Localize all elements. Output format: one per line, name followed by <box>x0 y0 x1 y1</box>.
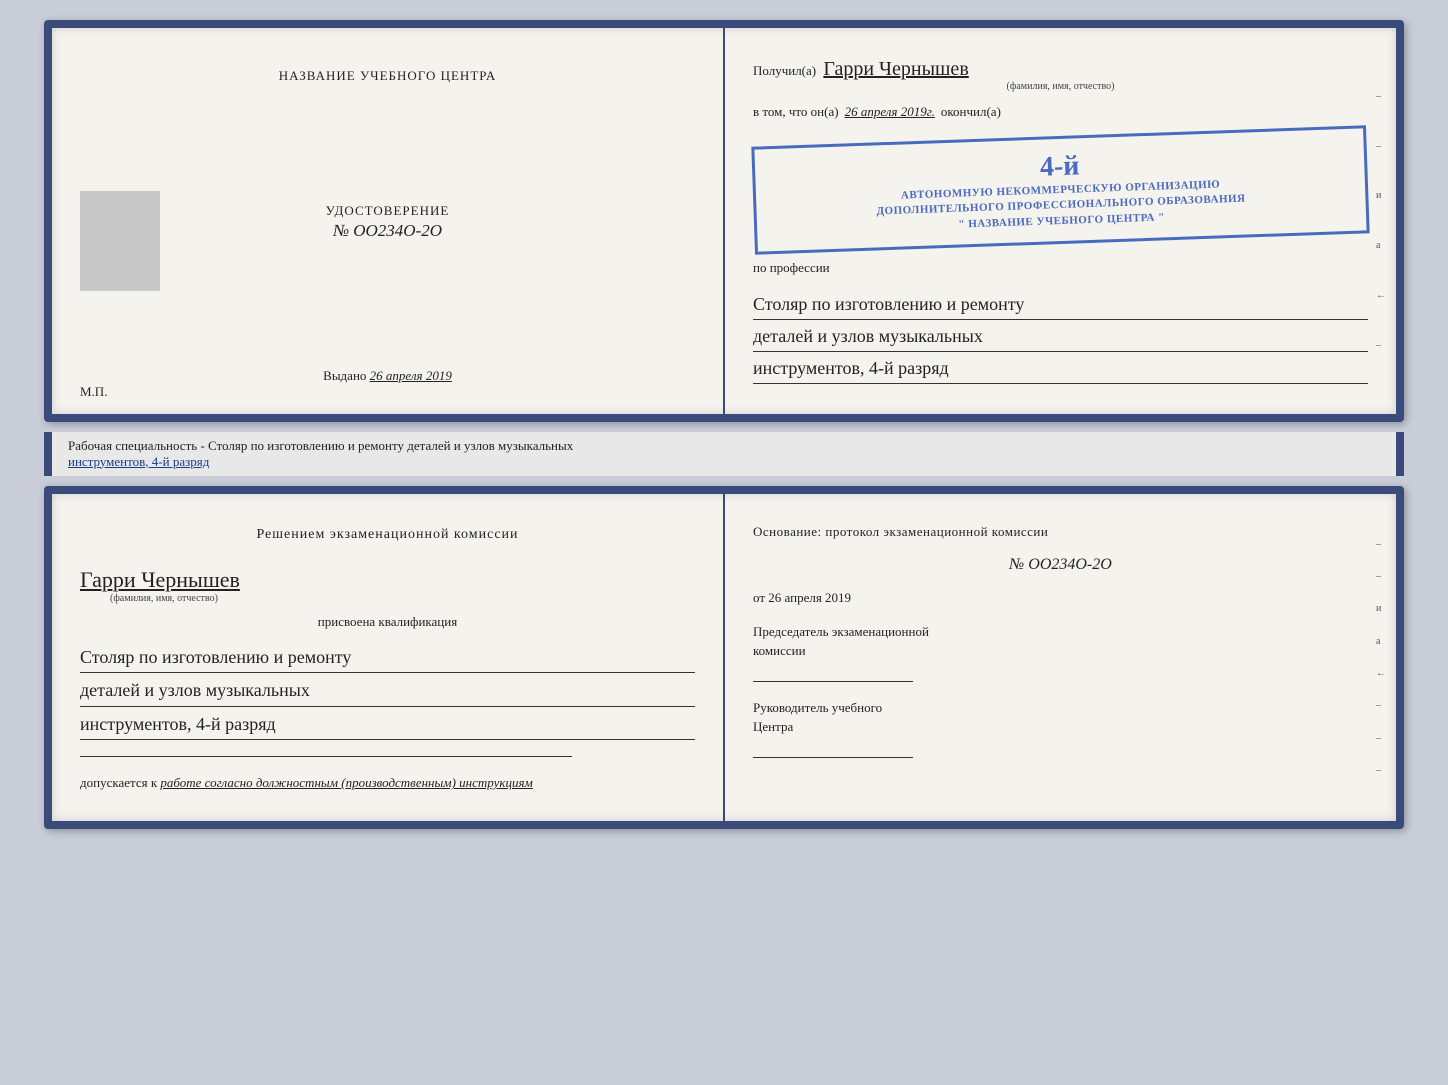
profession-bottom: Столяр по изготовлению и ремонту деталей… <box>80 640 695 741</box>
osnov-title: Основание: протокол экзаменационной коми… <box>753 524 1368 540</box>
learning-center-title: НАЗВАНИЕ УЧЕБНОГО ЦЕНТРА <box>279 68 496 84</box>
cert-number: № OO234O-2O <box>333 221 442 241</box>
chairman-line2: комиссии <box>753 641 1368 661</box>
cert-label: УДОСТОВЕРЕНИЕ <box>326 203 450 219</box>
protocol-number: № OO234O-2O <box>753 556 1368 574</box>
profession-bottom-line2: деталей и узлов музыкальных <box>80 675 695 707</box>
profession-bottom-line1: Столяр по изготовлению и ремонту <box>80 642 695 674</box>
profession-line1: Столяр по изготовлению и ремонту <box>753 290 1368 320</box>
photo-placeholder <box>80 191 160 291</box>
issued-date: 26 апреля 2019 <box>370 368 452 383</box>
vtom-prefix: в том, что он(а) <box>753 104 839 120</box>
profession-bottom-line3: инструментов, 4-й разряд <box>80 709 695 741</box>
recipient-name-bottom: Гарри Чернышев <box>80 567 695 593</box>
bottom-right-panel: Основание: протокол экзаменационной коми… <box>725 494 1396 822</box>
bottom-left-panel: Решением экзаменационной комиссии Гарри … <box>52 494 725 822</box>
top-document: НАЗВАНИЕ УЧЕБНОГО ЦЕНТРА УДОСТОВЕРЕНИЕ №… <box>44 20 1404 422</box>
profession-line2: деталей и узлов музыкальных <box>753 322 1368 352</box>
received-prefix: Получил(а) <box>753 63 816 78</box>
profession-line3: инструментов, 4-й разряд <box>753 354 1368 384</box>
recipient-name-top: Гарри Чернышев <box>823 58 968 80</box>
issued-block: Выдано 26 апреля 2019 <box>323 368 452 384</box>
mp-label: М.П. <box>80 384 107 400</box>
name-subtext-bottom: (фамилия, имя, отчество) <box>110 593 695 604</box>
stamp-block: 4-й АВТОНОМНУЮ НЕКОММЕРЧЕСКУЮ ОРГАНИЗАЦИ… <box>751 125 1369 255</box>
okoncil: окончил(а) <box>941 104 1001 120</box>
chairman-line1: Председатель экзаменационной <box>753 622 1368 642</box>
protocol-date-prefix: от <box>753 590 765 605</box>
vtom-line: в том, что он(а) 26 апреля 2019г. окончи… <box>753 104 1368 120</box>
chairman-signature-line <box>753 681 913 682</box>
specialty-bar: Рабочая специальность - Столяр по изгото… <box>44 432 1404 476</box>
issued-label: Выдано <box>323 368 366 383</box>
assigned-label: присвоена квалификация <box>80 614 695 630</box>
commission-title: Решением экзаменационной комиссии <box>80 524 695 545</box>
chairman-label: Председатель экзаменационной комиссии <box>753 622 1368 682</box>
side-decorations: – – и а ← – <box>1376 58 1390 384</box>
admitted-prefix: допускается к <box>80 775 157 790</box>
profession-top: Столяр по изготовлению и ремонту деталей… <box>753 288 1368 383</box>
vtom-date: 26 апреля 2019г. <box>845 104 935 120</box>
specialty-prefix: Рабочая специальность - Столяр по изгото… <box>68 438 573 453</box>
po-professii: по профессии <box>753 260 1368 276</box>
specialty-underline: инструментов, 4-й разряд <box>68 454 209 469</box>
name-subtext-top: (фамилия, имя, отчество) <box>753 81 1368 92</box>
admitted-line: допускается к работе согласно должностны… <box>80 775 695 791</box>
recipient-block-bottom: Гарри Чернышев (фамилия, имя, отчество) <box>80 563 695 604</box>
top-left-panel: НАЗВАНИЕ УЧЕБНОГО ЦЕНТРА УДОСТОВЕРЕНИЕ №… <box>52 28 725 414</box>
protocol-date: от 26 апреля 2019 <box>753 590 1368 606</box>
certificate-block: УДОСТОВЕРЕНИЕ № OO234O-2O <box>326 203 450 241</box>
director-signature-line <box>753 757 913 758</box>
director-line2: Центра <box>753 717 1368 737</box>
admitted-text: работе согласно должностным (производств… <box>160 775 532 790</box>
top-right-panel: Получил(а) Гарри Чернышев (фамилия, имя,… <box>725 28 1396 414</box>
director-label: Руководитель учебного Центра <box>753 698 1368 758</box>
director-line1: Руководитель учебного <box>753 698 1368 718</box>
received-line: Получил(а) Гарри Чернышев (фамилия, имя,… <box>753 58 1368 92</box>
protocol-date-value: 26 апреля 2019 <box>768 590 851 605</box>
bottom-document: Решением экзаменационной комиссии Гарри … <box>44 486 1404 830</box>
bottom-side-decorations: – – и а ← – – – <box>1376 524 1390 792</box>
